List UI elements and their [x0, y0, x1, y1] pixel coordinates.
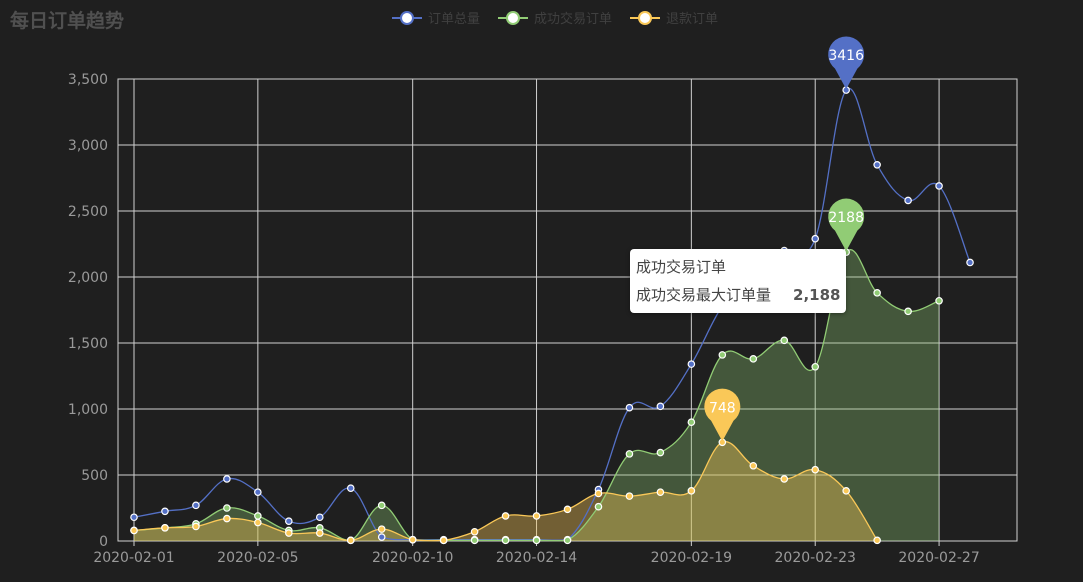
- line-chart: 0 500 1,000 1,500 2,000 2,500 3,000 3,500 2020-0…: [68, 36, 1018, 566]
- data-point-total: [935, 182, 943, 190]
- data-point-refund: [408, 535, 417, 544]
- y-tick-label: 1,000: [68, 402, 108, 418]
- data-point-refund: [563, 505, 572, 514]
- data-point-success: [749, 355, 758, 363]
- data-point-refund: [625, 492, 634, 500]
- data-point-success: [935, 296, 943, 305]
- data-point-refund: [470, 527, 479, 536]
- data-point-success: [594, 502, 603, 511]
- tooltip-value: 2,188: [793, 286, 841, 304]
- y-tick-label: 3,500: [68, 72, 108, 88]
- data-point-total: [130, 513, 138, 522]
- data-point-refund: [439, 536, 448, 545]
- data-point-success: [811, 362, 820, 371]
- data-point-total: [687, 360, 696, 368]
- data-point-total: [966, 258, 974, 267]
- data-point-total: [285, 517, 293, 526]
- data-point-total: [161, 507, 169, 516]
- data-point-refund: [842, 487, 850, 495]
- data-point-refund: [594, 489, 603, 498]
- data-point-total: [346, 484, 355, 493]
- data-point-success: [377, 501, 386, 510]
- data-point-refund: [346, 536, 355, 545]
- data-point-success: [532, 536, 541, 545]
- data-point-success: [470, 536, 479, 545]
- data-point-refund: [873, 536, 881, 545]
- data-point-success: [718, 351, 727, 359]
- data-point-refund: [161, 523, 169, 532]
- y-tick-label: 500: [81, 468, 108, 484]
- data-point-total: [192, 501, 200, 510]
- data-point-refund: [687, 487, 696, 495]
- data-point-success: [625, 450, 634, 458]
- data-point-total: [377, 533, 386, 541]
- data-point-success: [873, 289, 881, 297]
- data-point-refund: [780, 475, 789, 483]
- data-point-success: [656, 448, 665, 457]
- tooltip: 成功交易订单 成功交易最大订单量 2,188: [630, 249, 847, 313]
- data-point-total: [254, 488, 262, 496]
- x-tick-label: 2020-02-10: [372, 550, 453, 566]
- y-tick-label: 0: [99, 534, 108, 550]
- y-tick-label: 3,000: [68, 138, 108, 154]
- max-marker-label-total: 3416: [828, 48, 864, 64]
- data-point-total: [223, 475, 231, 483]
- data-point-refund: [501, 512, 510, 520]
- y-tick-label: 2,500: [68, 204, 108, 220]
- data-point-refund: [749, 461, 758, 470]
- tooltip-value-row: 成功交易最大订单量 2,188: [636, 281, 840, 309]
- max-marker-label-success: 2188: [828, 210, 864, 226]
- data-point-total: [656, 402, 665, 411]
- x-tick-label: 2020-02-01: [93, 550, 174, 566]
- data-point-total: [873, 161, 881, 169]
- data-point-success: [254, 512, 262, 520]
- data-point-refund: [315, 529, 324, 537]
- data-point-refund: [223, 514, 231, 523]
- data-point-refund: [532, 512, 541, 520]
- y-tick-label: 2,000: [68, 270, 108, 286]
- data-point-total: [904, 196, 912, 205]
- data-point-success: [904, 307, 912, 316]
- x-tick-label: 2020-02-14: [496, 550, 577, 566]
- data-point-success: [687, 418, 696, 427]
- x-tick-label: 2020-02-27: [898, 550, 979, 566]
- data-point-refund: [811, 465, 820, 474]
- x-tick-label: 2020-02-19: [651, 550, 732, 566]
- data-point-total: [315, 513, 324, 522]
- data-point-total: [811, 234, 820, 243]
- tooltip-series-name: 成功交易订单: [636, 258, 727, 276]
- y-tick-label: 1,500: [68, 336, 108, 352]
- data-point-success: [780, 336, 789, 345]
- tooltip-label: 成功交易最大订单量: [636, 286, 772, 304]
- data-point-refund: [285, 529, 293, 537]
- max-marker-label-refund: 748: [709, 400, 736, 416]
- data-point-success: [223, 504, 231, 512]
- x-tick-label: 2020-02-05: [217, 550, 298, 566]
- data-point-refund: [254, 518, 262, 527]
- data-point-total: [625, 403, 634, 412]
- data-point-success: [501, 536, 510, 545]
- data-point-refund: [377, 525, 386, 533]
- data-point-refund: [656, 488, 665, 496]
- data-point-refund: [130, 526, 138, 535]
- data-point-success: [563, 536, 572, 545]
- data-point-refund: [192, 522, 200, 531]
- x-tick-label: 2020-02-23: [775, 550, 856, 566]
- tooltip-series-row: 成功交易订单: [636, 253, 840, 281]
